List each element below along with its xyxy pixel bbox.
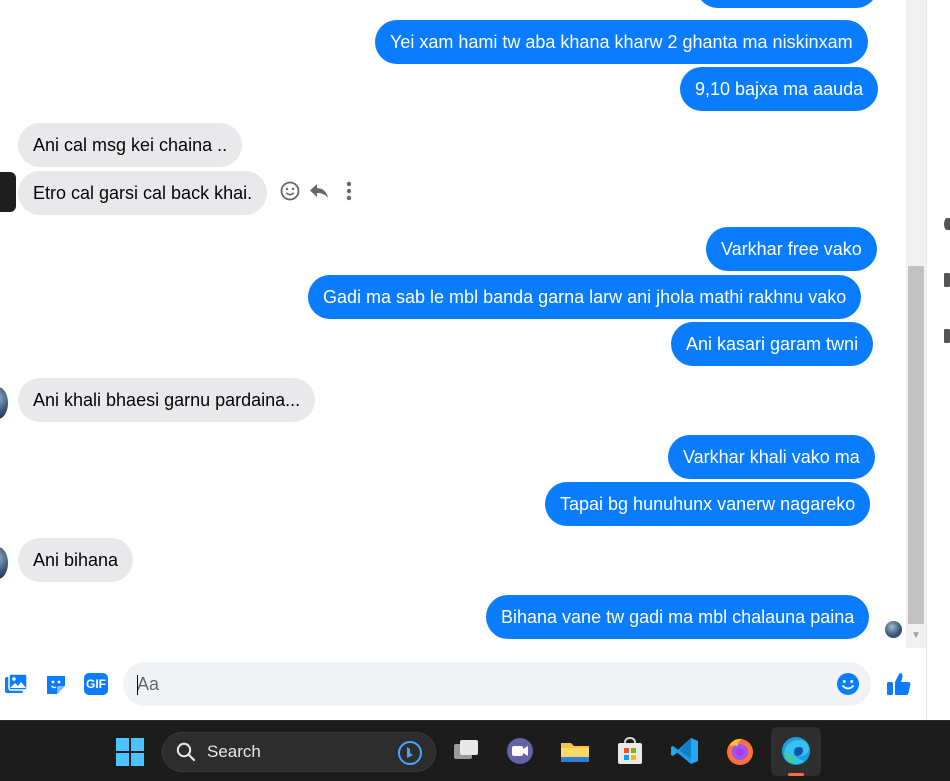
vscode-icon[interactable] <box>669 735 701 767</box>
message-bubble-partial <box>696 0 878 8</box>
gif-icon[interactable]: GIF <box>84 673 108 695</box>
side-panel-glyph <box>944 218 950 230</box>
task-view-icon[interactable] <box>450 735 482 767</box>
windows-start-icon[interactable] <box>114 736 146 768</box>
messenger-window: Yei xam hami tw aba khana kharw 2 ghanta… <box>0 0 950 781</box>
bing-chat-icon[interactable] <box>397 740 423 766</box>
conversation-scrollbar[interactable]: ▼ <box>906 0 926 648</box>
reply-icon[interactable] <box>308 180 330 202</box>
contact-avatar[interactable] <box>0 547 8 579</box>
message-bubble-outgoing[interactable]: Gadi ma sab le mbl banda garna larw ani … <box>308 275 862 319</box>
message-bubble-incoming[interactable]: Ani cal msg kei chaina .. <box>18 123 243 167</box>
message-input[interactable] <box>137 662 817 706</box>
gif-label: GIF <box>86 677 106 691</box>
message-bubble-outgoing[interactable]: Bihana vane tw gadi ma mbl chalauna pain… <box>486 595 870 639</box>
emoji-icon[interactable] <box>836 672 860 696</box>
teams-meet-icon[interactable] <box>504 735 536 767</box>
microsoft-store-icon[interactable] <box>614 735 646 767</box>
message-input-container[interactable] <box>123 662 871 706</box>
message-bubble-incoming[interactable]: Ani khali bhaesi garnu pardaina... <box>18 378 316 422</box>
text-caret <box>137 675 138 695</box>
windows-taskbar: Search <box>0 720 950 781</box>
contact-avatar[interactable] <box>0 387 8 419</box>
scroll-down-arrow-icon[interactable]: ▼ <box>910 630 922 642</box>
right-panel-divider <box>926 0 927 720</box>
more-options-icon[interactable] <box>338 180 360 202</box>
message-bubble-outgoing[interactable]: Ani kasari garam twni <box>671 322 874 366</box>
edge-running-indicator <box>788 773 804 776</box>
sticker-icon[interactable] <box>44 673 68 697</box>
message-bubble-outgoing[interactable]: Varkhar khali vako ma <box>668 435 875 479</box>
photo-icon[interactable] <box>4 673 28 697</box>
side-panel-glyph <box>944 329 950 343</box>
scrollbar-thumb[interactable] <box>908 266 924 624</box>
message-bubble-incoming[interactable]: Etro cal garsi cal back khai. <box>18 171 268 215</box>
message-bubble-outgoing[interactable]: Varkhar free vako <box>706 227 877 271</box>
edge-icon[interactable] <box>780 735 812 767</box>
emoji-react-icon[interactable] <box>279 180 301 202</box>
seen-receipt-avatar <box>885 621 902 638</box>
message-bubble-outgoing[interactable]: Yei xam hami tw aba khana kharw 2 ghanta… <box>375 20 868 64</box>
message-bubble-outgoing[interactable]: 9,10 bajxa ma aauda <box>680 67 879 111</box>
firefox-icon[interactable] <box>724 735 756 767</box>
like-thumbs-up-icon[interactable] <box>885 670 913 698</box>
file-explorer-icon[interactable] <box>559 735 591 767</box>
search-icon <box>176 742 196 762</box>
message-bubble-outgoing[interactable]: Tapai bg hunuhunx vanerw nagareko <box>545 482 871 526</box>
side-panel-glyph <box>944 273 950 287</box>
contact-avatar[interactable] <box>0 172 16 212</box>
taskbar-search-box[interactable]: Search <box>162 732 436 772</box>
message-bubble-incoming[interactable]: Ani bihana <box>18 538 134 582</box>
search-label: Search <box>207 742 261 761</box>
